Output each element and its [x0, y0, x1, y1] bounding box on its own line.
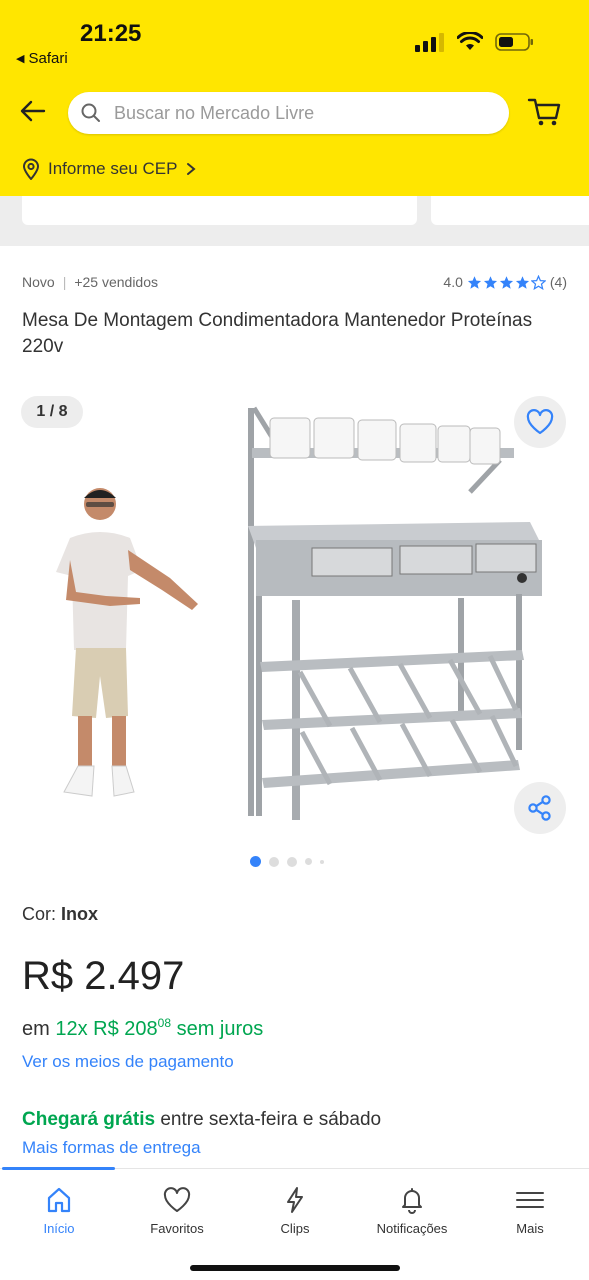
image-counter: 1 / 8: [21, 396, 83, 428]
color-label: Cor:: [22, 904, 57, 924]
home-icon: [47, 1187, 71, 1213]
search-bar[interactable]: [68, 92, 509, 134]
strip-card: [431, 196, 589, 225]
strip-card: [22, 196, 417, 225]
rating-count: (4): [549, 274, 567, 290]
battery-icon: [495, 33, 533, 51]
rating-value: 4.0: [443, 274, 463, 290]
active-tab-indicator: [2, 1167, 115, 1170]
product-title: Mesa De Montagem Condimentadora Mantened…: [22, 310, 533, 357]
star-filled-icon: [483, 275, 497, 289]
installments-amount: 12x R$ 20808 sem juros: [55, 1016, 264, 1040]
lightning-icon: [287, 1187, 303, 1213]
person-illustration: [56, 488, 198, 797]
condition-label: Novo: [22, 274, 55, 290]
carousel-dot[interactable]: [305, 858, 312, 865]
product-image[interactable]: [30, 400, 550, 830]
carousel-dot[interactable]: [320, 859, 324, 864]
installments-suffix: sem juros: [176, 1018, 264, 1040]
share-button[interactable]: [514, 782, 566, 834]
home-indicator: [190, 1265, 400, 1271]
nav-item-inicio[interactable]: Início: [0, 1185, 118, 1236]
delivery-info: Chegará grátis entre sexta-feira e sábad…: [22, 1109, 381, 1131]
location-pin-icon: [22, 158, 40, 180]
color-selector: Cor: Inox: [22, 904, 98, 925]
search-icon: [81, 103, 100, 122]
bell-icon: [402, 1188, 422, 1214]
delivery-options-link[interactable]: Mais formas de entrega: [22, 1138, 201, 1158]
cep-selector[interactable]: Informe seu CEP: [22, 158, 197, 180]
nav-label: Mais: [516, 1221, 544, 1236]
nav-label: Notificações: [376, 1221, 448, 1236]
back-to-safari[interactable]: ◀ Safari: [16, 50, 68, 67]
installments-cents: 08: [157, 1016, 172, 1030]
installments-prefix: em: [22, 1018, 50, 1040]
star-filled-icon: [515, 275, 529, 289]
bottom-nav: Início Favoritos Clips Notificações Mais: [0, 1167, 589, 1280]
sold-count: +25 vendidos: [74, 274, 159, 290]
installments-main: 12x R$ 208: [55, 1018, 158, 1040]
heart-icon: [163, 1187, 191, 1212]
cart-icon[interactable]: [526, 96, 562, 128]
nav-label: Favoritos: [150, 1221, 204, 1236]
back-triangle-icon: ◀: [16, 53, 25, 65]
search-input[interactable]: [114, 92, 494, 134]
cellular-signal-icon: [415, 33, 444, 52]
star-filled-icon: [467, 275, 481, 289]
color-value: Inox: [61, 904, 99, 924]
rating-stars: [467, 274, 546, 290]
rating[interactable]: 4.0 (4): [443, 274, 567, 290]
chevron-right-icon: [187, 163, 197, 175]
wifi-icon: [457, 32, 483, 50]
carousel-strip: [0, 196, 589, 246]
product-meta: Novo | +25 vendidos: [22, 274, 158, 290]
product-price: R$ 2.497: [22, 954, 185, 998]
star-empty-icon: [530, 274, 546, 290]
menu-icon: [516, 1192, 544, 1208]
status-time: 21:25: [80, 20, 142, 47]
arrow-left-icon[interactable]: [18, 96, 48, 126]
meta-divider: |: [62, 274, 67, 290]
nav-item-notificacoes[interactable]: Notificações: [353, 1185, 471, 1236]
carousel-dots[interactable]: [250, 856, 324, 867]
star-filled-icon: [499, 275, 513, 289]
nav-item-mais[interactable]: Mais: [471, 1185, 589, 1236]
installments: em 12x R$ 20808 sem juros: [22, 1016, 263, 1041]
cep-label: Informe seu CEP: [48, 159, 178, 178]
status-icons: [415, 32, 535, 52]
payment-methods-link[interactable]: Ver os meios de pagamento: [22, 1052, 234, 1072]
nav-label: Início: [43, 1221, 75, 1236]
table-illustration: [248, 406, 542, 820]
carousel-dot[interactable]: [287, 856, 297, 867]
carousel-dot-active[interactable]: [250, 856, 261, 867]
back-app-label: Safari: [28, 50, 68, 67]
nav-item-clips[interactable]: Clips: [236, 1185, 354, 1236]
delivery-window: entre sexta-feira e sábado: [160, 1109, 382, 1130]
carousel-dot[interactable]: [269, 856, 279, 867]
app-header: 21:25 ◀ Safari Buscar no Mercado Livre I…: [0, 0, 589, 196]
favorite-button[interactable]: [514, 396, 566, 448]
share-icon: [528, 795, 551, 821]
nav-item-favoritos[interactable]: Favoritos: [118, 1185, 236, 1236]
nav-label: Clips: [280, 1221, 310, 1236]
heart-icon: [526, 409, 554, 435]
free-delivery-label: Chegará grátis: [22, 1109, 156, 1130]
